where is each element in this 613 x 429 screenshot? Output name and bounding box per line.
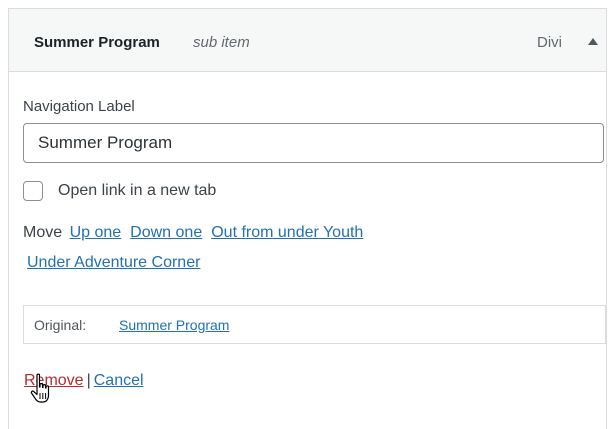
move-down-one-link[interactable]: Down one bbox=[130, 224, 202, 241]
move-under-item-link[interactable]: Under Adventure Corner bbox=[27, 254, 200, 271]
original-link[interactable]: Summer Program bbox=[119, 317, 229, 333]
item-actions: Remove | Cancel bbox=[24, 372, 144, 390]
remove-link[interactable]: Remove bbox=[24, 372, 84, 389]
move-row-secondary: Under Adventure Corner bbox=[27, 254, 200, 272]
original-box: Original: Summer Program bbox=[23, 305, 606, 344]
move-label: Move bbox=[23, 224, 63, 241]
menu-item-title: Summer Program bbox=[34, 34, 160, 51]
navigation-label-input[interactable] bbox=[23, 123, 604, 163]
menu-item-panel: Summer Program sub item Divi Navigation … bbox=[8, 8, 607, 429]
move-up-one-link[interactable]: Up one bbox=[70, 224, 122, 241]
open-new-tab-checkbox[interactable] bbox=[23, 181, 43, 201]
menu-item-subtitle: sub item bbox=[193, 34, 250, 51]
original-label: Original: bbox=[34, 317, 87, 333]
open-new-tab-label[interactable]: Open link in a new tab bbox=[58, 182, 216, 200]
menu-item-type: Divi bbox=[537, 34, 562, 51]
triangle-up-icon[interactable] bbox=[585, 34, 601, 50]
menu-item-header[interactable]: Summer Program sub item Divi bbox=[9, 9, 606, 72]
cancel-link[interactable]: Cancel bbox=[94, 372, 144, 389]
navigation-label-heading: Navigation Label bbox=[23, 98, 135, 115]
move-out-from-under-link[interactable]: Out from under Youth bbox=[211, 224, 363, 241]
actions-separator: | bbox=[86, 372, 91, 389]
move-row: Move Up one Down one Out from under Youth bbox=[23, 224, 369, 242]
